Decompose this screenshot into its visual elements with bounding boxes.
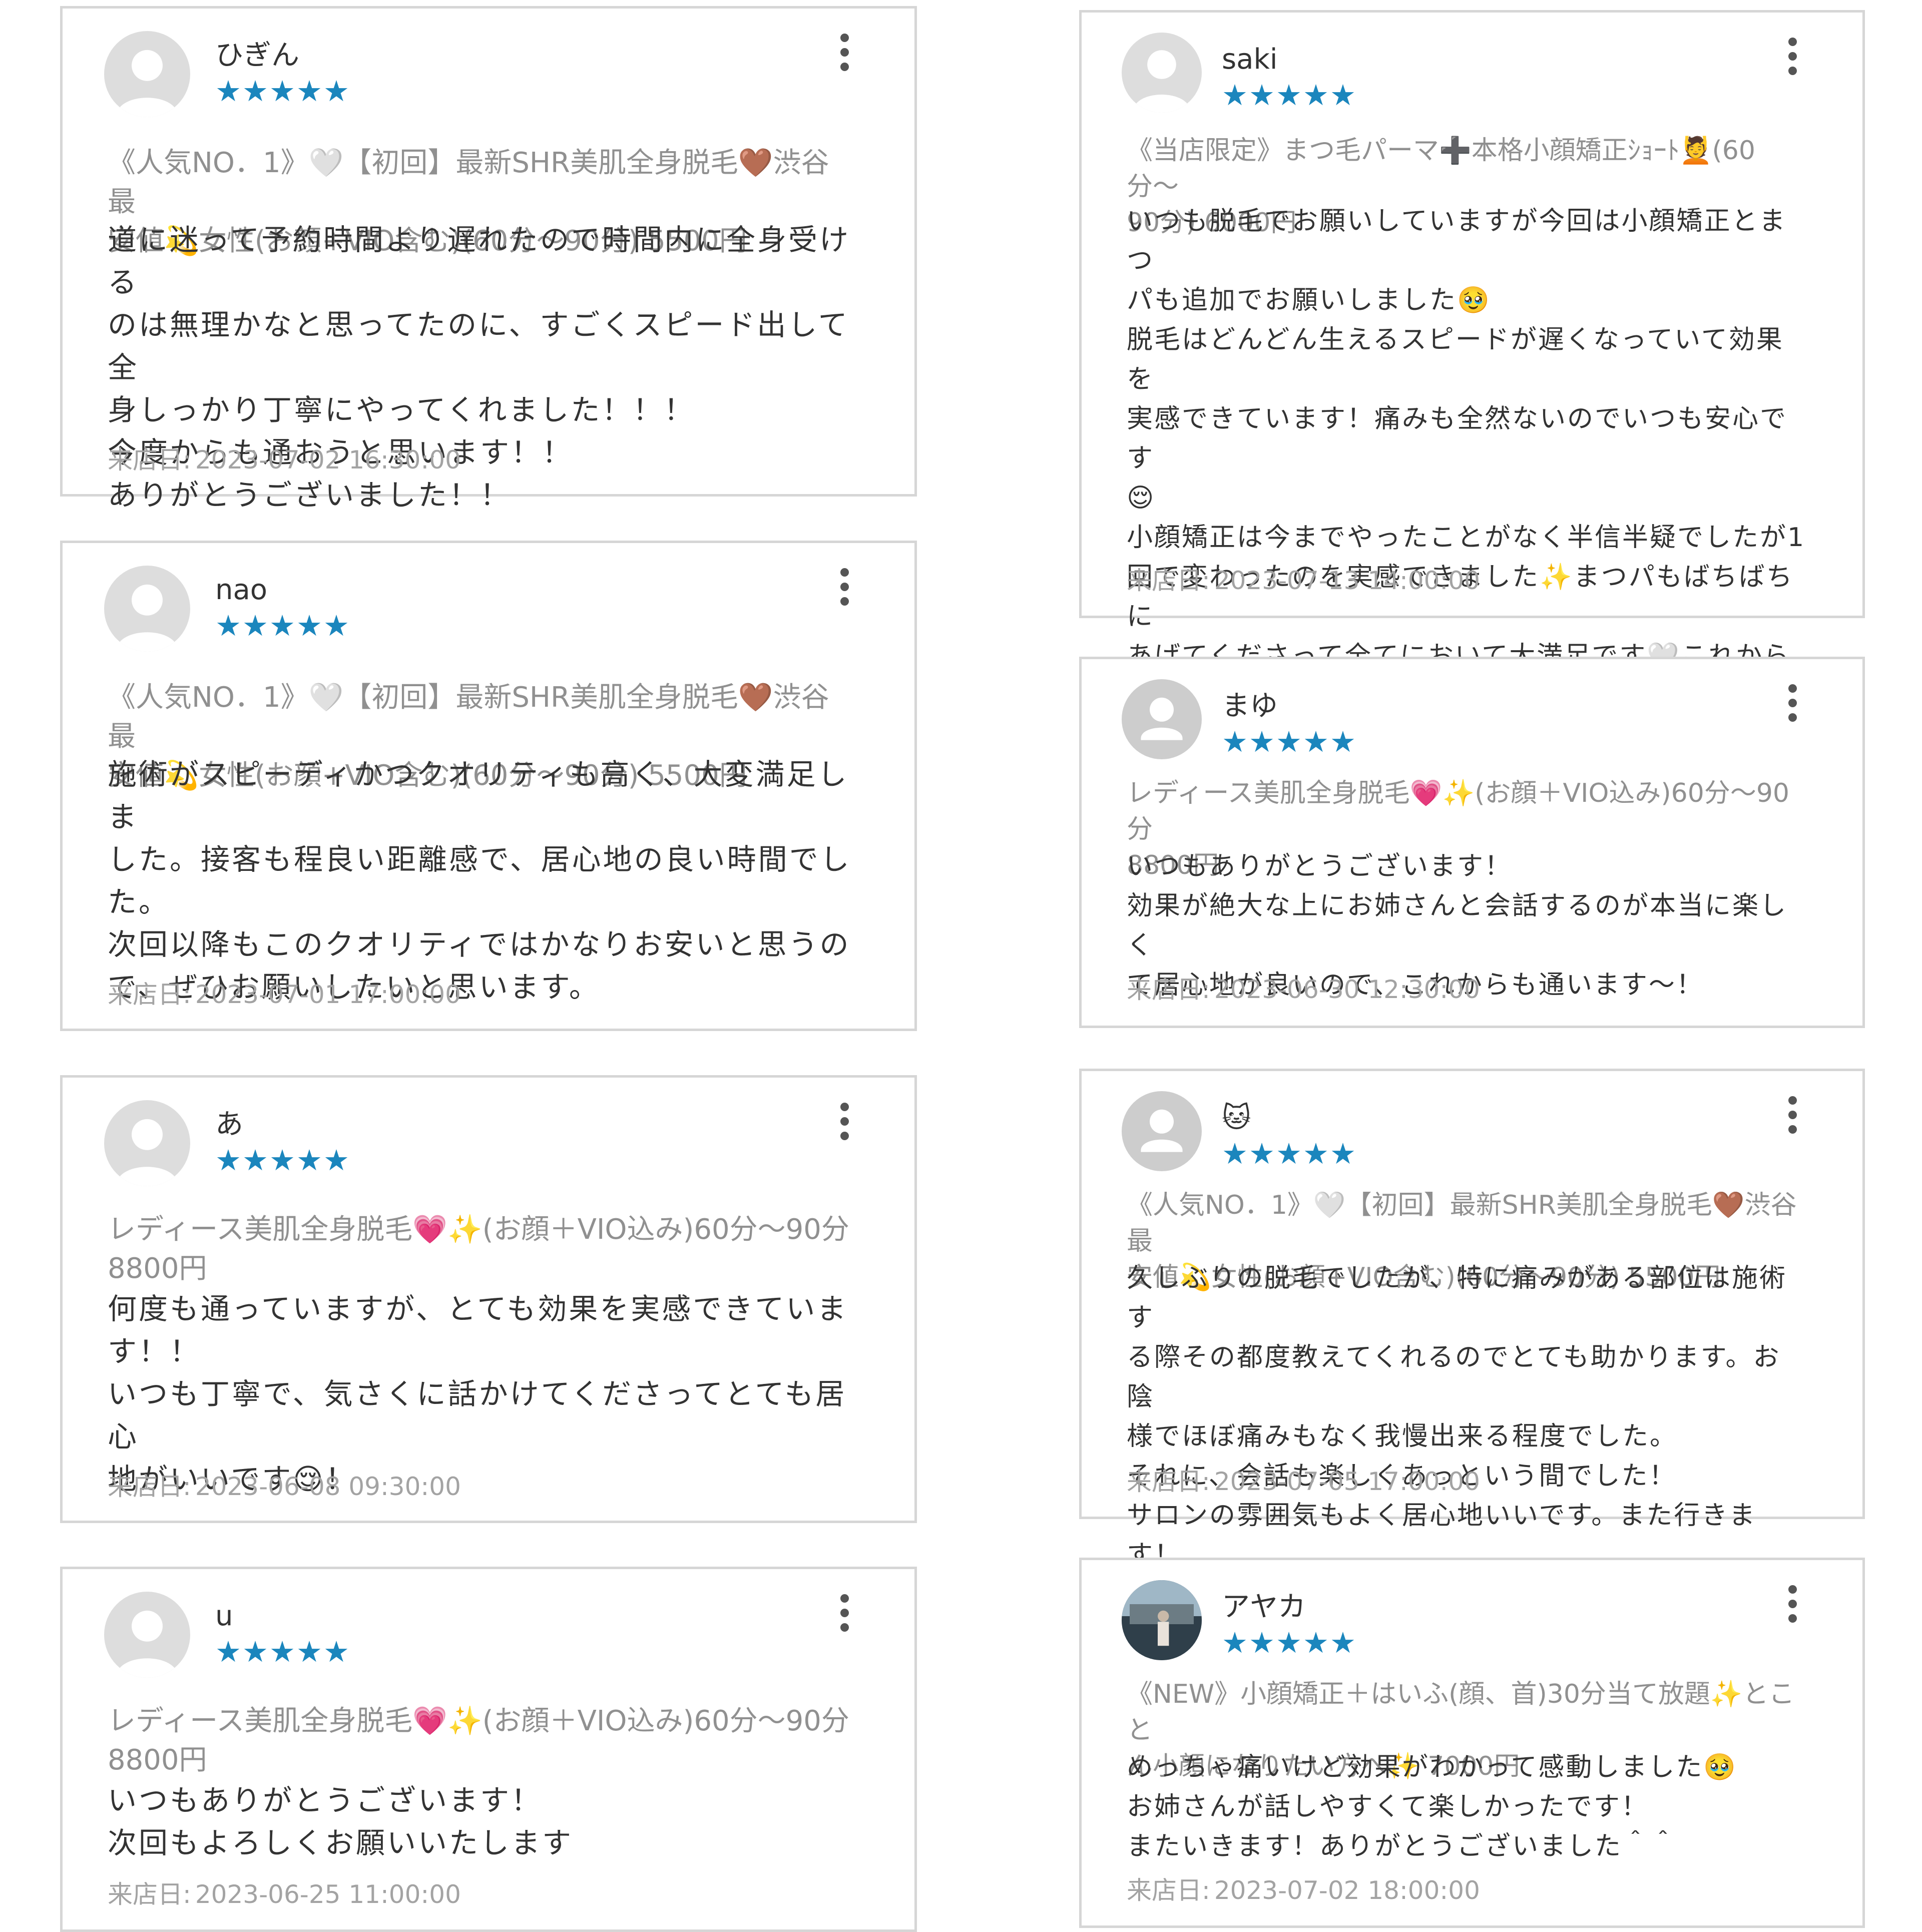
more-options-icon[interactable] <box>837 1103 852 1148</box>
more-options-icon[interactable] <box>837 1594 852 1639</box>
reviewer-name: saki <box>1222 43 1278 76</box>
more-options-icon[interactable] <box>1785 1585 1800 1630</box>
more-options-icon[interactable] <box>1785 1096 1800 1141</box>
profile-photo-icon <box>1122 1580 1202 1660</box>
avatar <box>104 1100 190 1186</box>
star-rating: ★★★★★ <box>1222 1626 1357 1660</box>
review-text: 施術がスピーディかつクオリティも高く、大変満足しま した。接客も程良い距離感で、… <box>108 757 851 1004</box>
review-text: 久しぶりの脱毛でしたが、特に痛みがある部位は施術す る際その都度教えてくれるので… <box>1127 1263 1787 1570</box>
visit-date: 来店日: 2023-06-30 12:30:00 <box>1127 975 1480 1004</box>
more-options-icon[interactable] <box>837 568 852 613</box>
reviewer-name: u <box>215 1600 233 1632</box>
menu-name: レディース美肌全身脱毛💗✨(お顔＋VIO込み)60分〜90分 8800円 <box>108 1705 849 1776</box>
review-card: 🐱 ★★★★★ 《人気NO．1》🤍【初回】最新SHR美肌全身脱毛🤎渋谷最 安値💫… <box>1079 1069 1865 1570</box>
person-icon <box>1141 697 1183 740</box>
review-card: saki ★★★★★ 《当店限定》まつ毛パーマ➕本格小顔矯正ｼｮｰﾄ💆(60分〜… <box>1079 10 1865 750</box>
review-card: ひぎん ★★★★★ 《人気NO．1》🤍【初回】最新SHR美肌全身脱毛🤎渋谷最 安… <box>60 6 917 512</box>
visit-date: 来店日: 2023-07-05 17:00:00 <box>1127 1467 1480 1496</box>
star-rating: ★★★★★ <box>215 1143 350 1177</box>
more-options-icon[interactable] <box>1785 684 1800 729</box>
star-rating: ★★★★★ <box>215 74 350 108</box>
visit-date: 来店日: 2023-06-25 11:00:00 <box>108 1880 461 1909</box>
star-rating: ★★★★★ <box>1222 1137 1357 1171</box>
avatar <box>1122 1091 1202 1171</box>
person-icon <box>1133 50 1191 113</box>
star-rating: ★★★★★ <box>215 609 350 643</box>
person-icon <box>116 1119 178 1186</box>
avatar <box>104 31 190 117</box>
reviewer-name: まゆ <box>1222 690 1278 722</box>
visit-date: 来店日: 2023-07-13 14:00:00 <box>1127 566 1480 595</box>
visit-date: 来店日: 2023-06-08 09:30:00 <box>108 1472 461 1501</box>
more-options-icon[interactable] <box>837 34 852 79</box>
more-options-icon[interactable] <box>1785 38 1800 83</box>
person-icon <box>116 50 178 117</box>
star-rating: ★★★★★ <box>1222 78 1357 112</box>
visit-date: 来店日: 2023-07-02 16:30:00 <box>108 445 461 474</box>
review-text: めっちゃ痛いけど効果がわかって感動しました🥹 お姉さんが話しやすくて楽しかったで… <box>1127 1752 1738 1861</box>
visit-date: 来店日: 2023-07-02 18:00:00 <box>1127 1876 1480 1905</box>
avatar <box>104 566 190 652</box>
reviewer-name: あ <box>215 1108 243 1141</box>
review-card: あ ★★★★★ レディース美肌全身脱毛💗✨(お顔＋VIO込み)60分〜90分 8… <box>60 1075 917 1523</box>
person-icon <box>1141 1109 1183 1152</box>
person-icon <box>116 584 178 652</box>
review-text: 何度も通っていますが、とても効果を実感できていま す！！ いつも丁寧で、気さくに… <box>108 1292 848 1496</box>
menu-name: レディース美肌全身脱毛💗✨(お顔＋VIO込み)60分〜90分 8800円 <box>108 1213 849 1285</box>
avatar <box>104 1592 190 1678</box>
avatar <box>1122 1580 1202 1660</box>
reviewer-name: ひぎん <box>215 39 299 72</box>
visit-date: 来店日: 2023-07-01 17:00:00 <box>108 980 461 1009</box>
review-card: アヤカ ★★★★★ 《NEW》小顔矯正＋はいふ(顔、首)30分当て放題✨とこと … <box>1079 1558 1865 1928</box>
review-card: u ★★★★★ レディース美肌全身脱毛💗✨(お顔＋VIO込み)60分〜90分 8… <box>60 1567 917 1932</box>
person-icon <box>116 1610 178 1678</box>
reviewer-name: nao <box>215 574 268 606</box>
reviewer-name: 🐱 <box>1222 1102 1251 1134</box>
review-card: まゆ ★★★★★ レディース美肌全身脱毛💗✨(お顔＋VIO込み)60分〜90分 … <box>1079 657 1865 1028</box>
avatar <box>1122 679 1202 759</box>
avatar <box>1122 33 1202 113</box>
reviewer-name: アヤカ <box>1222 1591 1306 1623</box>
review-card: nao ★★★★★ 《人気NO．1》🤍【初回】最新SHR美肌全身脱毛🤎渋谷最 安… <box>60 541 917 1031</box>
star-rating: ★★★★★ <box>1222 725 1357 759</box>
star-rating: ★★★★★ <box>215 1635 350 1669</box>
review-text: いつもありがとうございます！ 次回もよろしくお願いいたします <box>108 1783 574 1860</box>
